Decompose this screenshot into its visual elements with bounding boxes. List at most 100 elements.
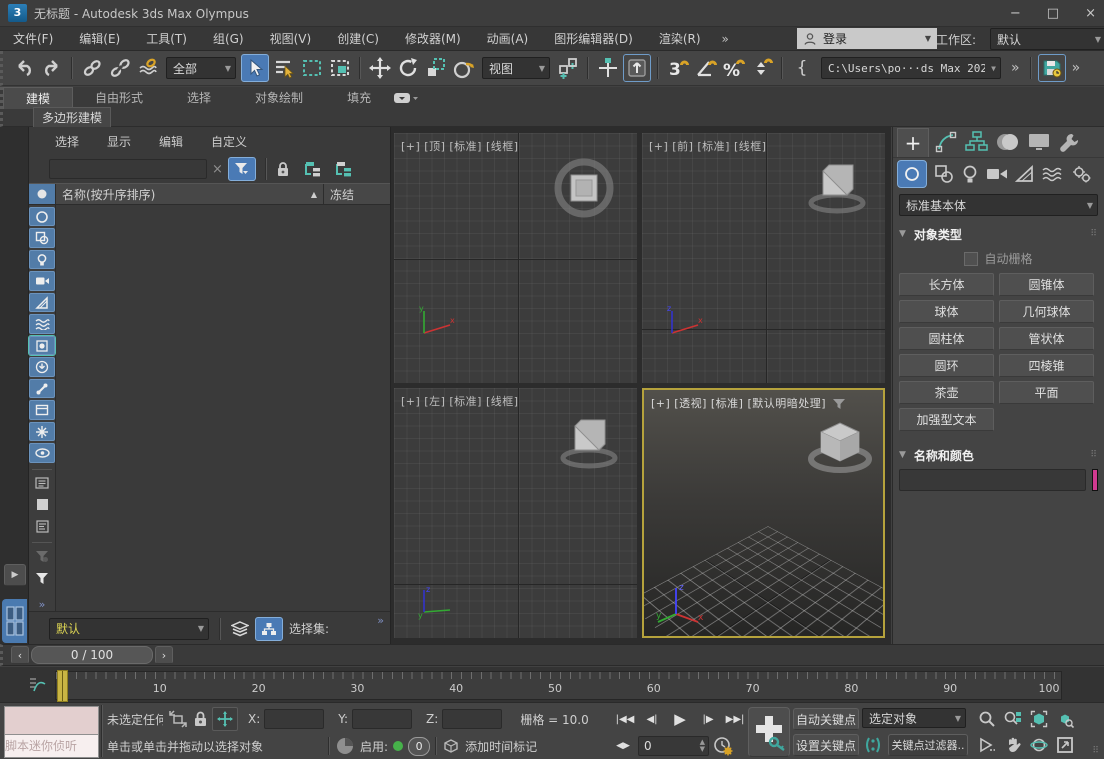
undo-button[interactable] xyxy=(11,55,37,81)
bind-to-space-warp-button[interactable] xyxy=(135,55,161,81)
next-frame-slider-button[interactable]: › xyxy=(155,646,173,664)
strip-overflow-chevron[interactable]: » xyxy=(39,598,46,611)
previous-frame-button[interactable]: ◀| xyxy=(640,708,664,730)
play-button[interactable]: ▶ xyxy=(666,708,694,730)
rectangular-selection-region-button[interactable] xyxy=(299,55,325,81)
zoom-button[interactable] xyxy=(975,707,999,731)
trackbar-ruler[interactable]: 0102030405060708090100 xyxy=(55,671,1062,700)
percent-snap-toggle-button[interactable]: % xyxy=(721,55,747,81)
resize-grip-icon[interactable]: ⠿ xyxy=(1092,746,1100,756)
explorer-search-input[interactable] xyxy=(49,159,207,179)
viewcube-icon[interactable] xyxy=(807,159,867,217)
isolate-selection-icon[interactable] xyxy=(167,709,189,729)
name-color-rollout-header[interactable]: ▼ 名称和颜色 ⠿ xyxy=(899,445,1098,465)
menu-modifiers[interactable]: 修改器(M) xyxy=(392,30,474,47)
show-text-columns-button[interactable] xyxy=(29,474,55,493)
toolbar-overflow-chevron-2[interactable]: » xyxy=(1068,60,1085,76)
tab-modify[interactable] xyxy=(935,131,959,153)
ribbon-tab-populate[interactable]: 填充 xyxy=(325,87,393,108)
menu-overflow-chevron[interactable]: » xyxy=(714,32,737,46)
orbit-button[interactable] xyxy=(1027,733,1051,757)
viewport-front[interactable]: [+] [前] [标准] [线框] x z xyxy=(642,133,885,383)
adaptive-degradation-icon[interactable] xyxy=(335,736,355,756)
auto-key-button[interactable]: 自动关键点 xyxy=(793,708,859,730)
ribbon-tab-freeform[interactable]: 自由形式 xyxy=(73,87,165,108)
show-properties-button[interactable] xyxy=(29,517,55,536)
ribbon-tab-selection[interactable]: 选择 xyxy=(165,87,233,108)
time-slider-track[interactable] xyxy=(175,647,1104,663)
footer-overflow-chevron[interactable]: » xyxy=(377,614,384,627)
select-and-move-button[interactable] xyxy=(367,55,393,81)
viewport-top[interactable]: [+] [顶] [标准] [线框] x y xyxy=(394,133,637,383)
hierarchy-view-button[interactable] xyxy=(255,617,283,641)
tab-hierarchy[interactable] xyxy=(965,131,989,153)
ribbon-tab-modeling[interactable]: 建模 xyxy=(3,87,73,109)
menu-animation[interactable]: 动画(A) xyxy=(474,30,542,47)
filter-lights-toggle[interactable] xyxy=(29,250,55,269)
viewcube-icon[interactable] xyxy=(807,412,873,476)
create-pyramid-button[interactable]: 四棱锥 xyxy=(999,354,1094,377)
select-and-link-button[interactable] xyxy=(79,55,105,81)
filter-containers-toggle[interactable] xyxy=(29,400,55,419)
workspace-dropdown[interactable]: 默认 ▼ xyxy=(990,28,1104,50)
frozen-column-header[interactable]: 冻结 xyxy=(324,186,390,203)
create-box-button[interactable]: 长方体 xyxy=(899,273,994,296)
current-frame-spinner[interactable]: 0 ▲▼ xyxy=(638,736,709,756)
menu-rendering[interactable]: 渲染(R) xyxy=(646,30,714,47)
set-key-button[interactable]: 设置关键点 xyxy=(793,734,859,756)
create-geosphere-button[interactable]: 几何球体 xyxy=(999,300,1094,323)
y-coordinate-input[interactable] xyxy=(352,709,412,729)
menu-create[interactable]: 创建(C) xyxy=(324,30,392,47)
tab-motion[interactable] xyxy=(995,131,1021,153)
layers-icon[interactable] xyxy=(231,621,249,637)
keyboard-shortcut-override-toggle[interactable] xyxy=(623,54,651,82)
selection-preset-dropdown[interactable]: 默认 ▼ xyxy=(49,618,209,640)
viewport-layout-tab[interactable] xyxy=(2,599,27,643)
filter-xrefs-toggle[interactable] xyxy=(29,357,55,376)
explorer-menu-select[interactable]: 选择 xyxy=(29,133,93,150)
viewport-perspective[interactable]: [+] [透视] [标准] [默认明暗处理] x y z xyxy=(642,388,885,638)
reference-coordinate-dropdown[interactable]: 视图▼ xyxy=(482,57,550,79)
explorer-menu-edit[interactable]: 编辑 xyxy=(145,133,197,150)
edit-named-selection-sets-button[interactable]: { xyxy=(789,55,815,81)
viewport-left-label[interactable]: [+] [左] [标准] [线框] xyxy=(401,393,519,409)
viewcube-icon[interactable] xyxy=(559,414,619,472)
spinner-snap-toggle-button[interactable] xyxy=(749,55,775,81)
object-name-input[interactable] xyxy=(899,469,1086,491)
project-folder-dropdown[interactable]: C:\Users\po···ds Max 2024▼ xyxy=(821,57,1001,79)
set-key-brackets-icon[interactable] xyxy=(862,735,884,755)
explorer-menu-display[interactable]: 显示 xyxy=(93,133,145,150)
menu-file[interactable]: 文件(F) xyxy=(0,30,66,47)
add-time-tag-label[interactable]: 添加时间标记 xyxy=(465,738,537,755)
filter-geometry-toggle[interactable] xyxy=(29,207,55,226)
object-category-dropdown[interactable]: 标准基本体 ▼ xyxy=(899,194,1098,216)
ribbon-minimize-icon[interactable] xyxy=(393,91,419,105)
sign-in-button[interactable]: 登录 ▼ xyxy=(797,28,937,49)
go-to-end-button[interactable]: ▶▶| xyxy=(722,708,748,730)
next-frame-button[interactable]: |▶ xyxy=(696,708,720,730)
filter-groups-toggle[interactable] xyxy=(29,336,55,355)
selection-lock-icon[interactable] xyxy=(193,710,208,728)
time-slider-handle[interactable]: 0 / 100 xyxy=(31,646,153,664)
viewport-left[interactable]: [+] [左] [标准] [线框] y z xyxy=(394,388,637,638)
create-cone-button[interactable]: 圆锥体 xyxy=(999,273,1094,296)
expand-panel-button[interactable]: ▶ xyxy=(4,564,26,586)
select-and-rotate-button[interactable] xyxy=(395,55,421,81)
create-tube-button[interactable]: 管状体 xyxy=(999,327,1094,350)
selection-filter-dropdown[interactable]: 全部▼ xyxy=(166,57,236,79)
degradation-count-badge[interactable]: 0 xyxy=(408,737,430,756)
select-object-button[interactable] xyxy=(241,54,269,82)
go-to-start-button[interactable]: |◀◀ xyxy=(612,708,638,730)
create-plane-button[interactable]: 平面 xyxy=(999,381,1094,404)
menu-edit[interactable]: 编辑(E) xyxy=(66,30,133,47)
ribbon-panel-polygon-modeling[interactable]: 多边形建模 xyxy=(33,107,111,128)
menu-graph-editors[interactable]: 图形编辑器(D) xyxy=(541,30,646,47)
time-configuration-icon[interactable] xyxy=(713,736,733,756)
z-coordinate-input[interactable] xyxy=(442,709,502,729)
create-sphere-button[interactable]: 球体 xyxy=(899,300,994,323)
category-systems-button[interactable] xyxy=(1071,164,1093,184)
pan-view-button[interactable] xyxy=(1001,733,1025,757)
select-by-name-button[interactable] xyxy=(271,55,297,81)
autogrid-checkbox[interactable] xyxy=(964,252,978,266)
category-space-warps-button[interactable] xyxy=(1042,166,1064,182)
